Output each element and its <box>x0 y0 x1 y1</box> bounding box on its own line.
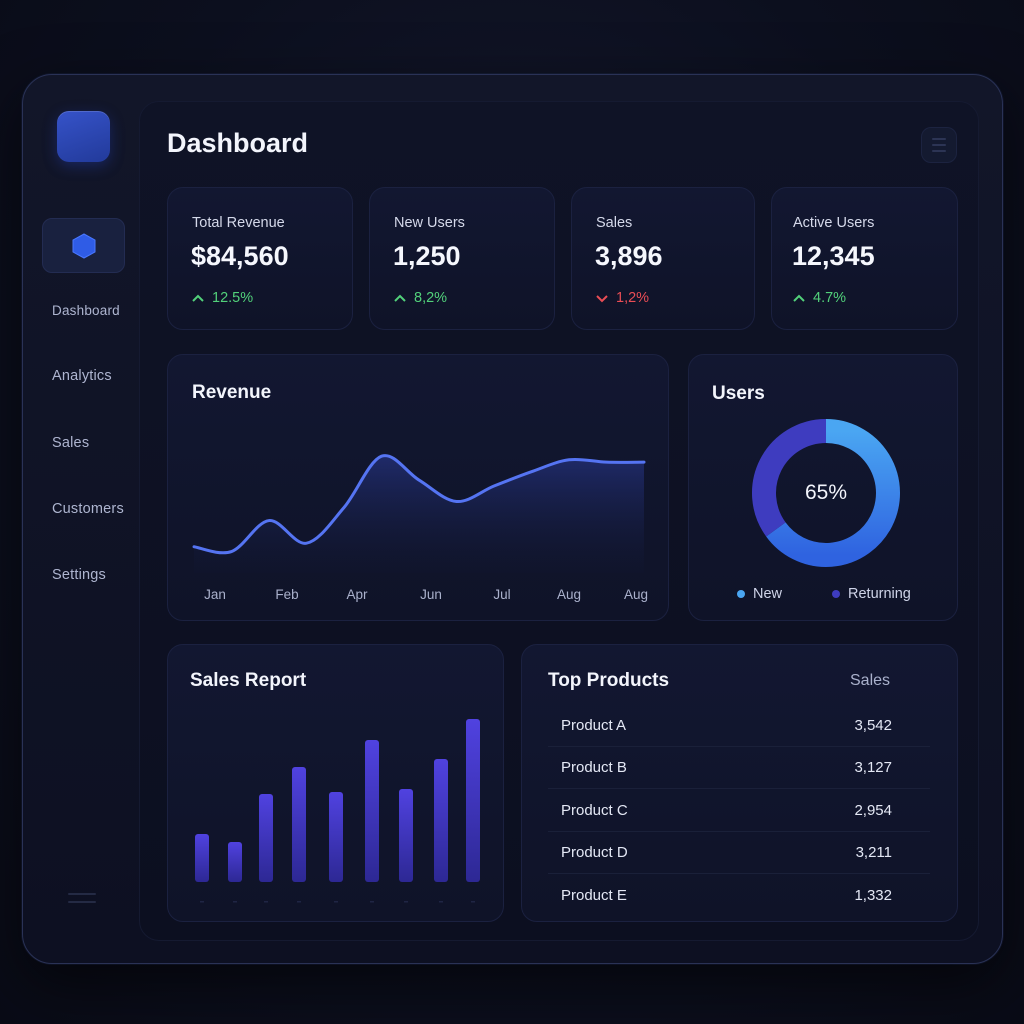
table-row[interactable]: Product D 3,211 <box>548 832 930 874</box>
product-sales: 3,542 <box>854 717 892 734</box>
kpi-delta-value: 1,2% <box>616 290 650 306</box>
sidebar-item-sales[interactable]: Sales <box>52 435 89 451</box>
revenue-x-tick-label: Aug <box>556 587 582 602</box>
sales-bar <box>466 719 480 882</box>
users-donut-center-label: 65% <box>804 481 848 504</box>
top-products-card: Top Products Sales Product A 3,542 Produ… <box>521 644 958 922</box>
revenue-x-tick-label: Feb <box>275 587 299 602</box>
arrow-up-icon <box>394 294 406 302</box>
kpi-card-total-revenue[interactable]: Total Revenue $84,560 12.5% <box>167 187 353 330</box>
sidebar-item-active-icon[interactable] <box>42 218 125 273</box>
hexagon-icon <box>72 232 95 259</box>
kpi-delta-value: 4.7% <box>813 290 847 306</box>
legend-returning-label: Returning <box>848 586 911 602</box>
sales-x-tick <box>200 901 204 903</box>
kpi-delta-value: 8,2% <box>414 290 448 306</box>
kpi-card-new-users[interactable]: New Users 1,250 8,2% <box>369 187 555 330</box>
sales-bar <box>228 842 242 882</box>
kpi-value: 12,345 <box>792 241 875 271</box>
sales-bar <box>399 789 413 882</box>
revenue-x-tick-label: Jan <box>204 587 226 602</box>
arrow-up-icon <box>192 294 204 302</box>
product-name: Product B <box>561 759 627 776</box>
sales-bar <box>292 767 306 882</box>
sales-report-card: Sales Report <box>167 644 504 922</box>
legend-returning: Returning <box>832 586 911 602</box>
sales-x-tick <box>334 901 338 903</box>
sales-report-chart <box>195 719 480 903</box>
revenue-x-tick-label: Jun <box>420 587 442 602</box>
users-card: Users 65% New Returning <box>688 354 958 621</box>
product-name: Product C <box>561 802 628 819</box>
sales-x-tick <box>439 901 443 903</box>
sales-x-tick <box>264 901 268 903</box>
page-title: Dashboard <box>167 128 309 158</box>
sales-bar <box>365 740 379 882</box>
table-row[interactable]: Product C 2,954 <box>548 790 930 832</box>
menu-button[interactable] <box>921 127 957 163</box>
kpi-label: Total Revenue <box>192 215 285 231</box>
kpi-value: 3,896 <box>595 241 663 271</box>
kpi-value: 1,250 <box>393 241 461 271</box>
product-name: Product E <box>561 886 627 904</box>
table-row[interactable]: Product A 3,542 <box>548 705 930 747</box>
kpi-card-active-users[interactable]: Active Users 12,345 4.7% <box>771 187 958 330</box>
sales-x-tick <box>233 901 237 903</box>
menu-icon <box>932 138 946 140</box>
revenue-x-tick-label: Apr <box>346 587 368 602</box>
sales-x-tick <box>471 901 475 903</box>
revenue-card: Revenue Jan Feb Apr Jun Jul Aug Aug <box>167 354 669 621</box>
legend-dot-new <box>737 590 745 598</box>
sidebar-item-analytics[interactable]: Analytics <box>52 368 112 384</box>
product-sales: 2,954 <box>854 802 892 819</box>
kpi-value: $84,560 <box>191 241 289 271</box>
sidebar-item-dashboard[interactable]: Dashboard <box>52 303 120 318</box>
product-sales: 3,211 <box>855 844 892 861</box>
revenue-chart <box>192 454 646 573</box>
sales-x-tick <box>297 901 301 903</box>
revenue-x-tick-label: Jul <box>493 587 511 602</box>
legend-dot-returning <box>832 590 840 598</box>
top-products-title: Top Products <box>548 670 670 691</box>
kpi-delta: 12.5% <box>191 290 253 306</box>
legend-new-label: New <box>753 586 783 602</box>
revenue-x-tick-label: Aug <box>623 587 649 602</box>
sales-bar <box>259 794 273 882</box>
sidebar-item-customers[interactable]: Customers <box>52 501 124 517</box>
kpi-delta: 1,2% <box>595 290 649 306</box>
legend-new: New <box>737 586 782 602</box>
sales-bar <box>434 759 448 882</box>
kpi-card-sales[interactable]: Sales 3,896 1,2% <box>571 187 755 330</box>
kpi-delta-value: 12.5% <box>212 290 254 306</box>
product-sales: 1,332 <box>854 886 892 904</box>
sales-column-header[interactable]: Sales <box>850 672 890 690</box>
product-sales: 3,127 <box>854 759 892 776</box>
sales-x-tick <box>370 901 374 903</box>
table-row[interactable]: Product E 1,332 <box>548 874 930 916</box>
table-row[interactable]: Product B 3,127 <box>548 747 930 789</box>
sales-bar <box>195 834 209 882</box>
kpi-delta: 8,2% <box>393 290 447 306</box>
kpi-delta: 4.7% <box>792 290 846 306</box>
arrow-up-icon <box>793 294 805 302</box>
kpi-label: Sales <box>596 215 633 231</box>
app-logo[interactable] <box>57 111 110 162</box>
collapse-sidebar-icon[interactable] <box>68 893 96 907</box>
sales-x-tick <box>404 901 408 903</box>
arrow-down-icon <box>596 295 608 303</box>
kpi-label: Active Users <box>793 215 875 231</box>
sales-bar <box>329 792 343 882</box>
product-name: Product D <box>561 844 628 861</box>
sidebar-item-settings[interactable]: Settings <box>52 567 106 583</box>
revenue-area <box>194 455 644 573</box>
product-name: Product A <box>561 717 627 734</box>
kpi-label: New Users <box>394 215 465 231</box>
